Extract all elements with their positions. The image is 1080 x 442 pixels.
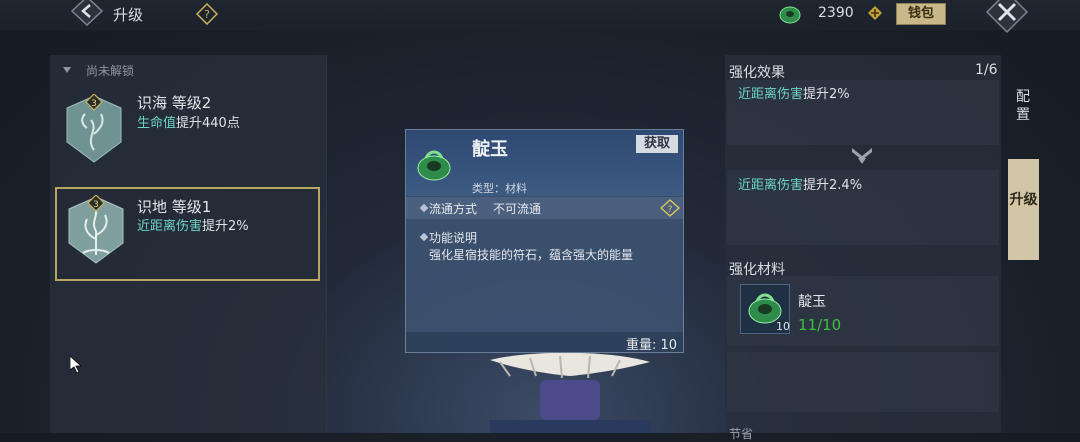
tab-upgrade[interactable]: 升级 bbox=[1008, 159, 1039, 260]
stat-value: 提升2% bbox=[202, 219, 249, 234]
skill-badge: 3 bbox=[93, 200, 99, 210]
arrow-down-icon bbox=[852, 148, 872, 164]
stat-name: 近距离伤害 bbox=[738, 178, 804, 193]
function-desc: 强化星宿技能的符石，蕴含强大的能量 bbox=[429, 248, 634, 262]
circulation-value: 不可流通 bbox=[493, 202, 542, 216]
effect-count: 1/6 bbox=[975, 62, 998, 78]
character-model-image bbox=[490, 352, 650, 433]
skill-name: 识地 等级1 bbox=[137, 198, 212, 216]
close-button[interactable] bbox=[985, 0, 1029, 34]
stat-name: 近距离伤害 bbox=[738, 87, 804, 102]
page-title: 升级 bbox=[113, 6, 144, 24]
extra-box bbox=[727, 352, 999, 412]
skill-desc: 近距离伤害提升2% bbox=[137, 215, 249, 234]
stat-name: 生命值 bbox=[137, 116, 177, 131]
stat-name: 近距离伤害 bbox=[137, 219, 203, 234]
item-name: 靛玉 bbox=[472, 139, 508, 160]
wallet-button[interactable]: 钱包 bbox=[896, 3, 946, 25]
mouse-cursor-icon bbox=[70, 356, 82, 374]
jade-currency-icon bbox=[779, 6, 801, 24]
skill-shield-icon: 3 bbox=[66, 94, 122, 163]
svg-text:?: ? bbox=[204, 8, 210, 21]
stat-value: 提升2% bbox=[803, 87, 850, 102]
bullet-icon bbox=[419, 232, 429, 242]
circulation-label: 流通方式 bbox=[429, 202, 478, 216]
stat-value: 提升440点 bbox=[176, 116, 240, 131]
skill-name: 识海 等级2 bbox=[137, 94, 212, 112]
partial-label: 节省 bbox=[729, 427, 754, 441]
chevron-down-icon[interactable] bbox=[63, 67, 71, 73]
current-effect: 近距离伤害提升2% bbox=[738, 83, 850, 102]
currency-amount: 2390 bbox=[818, 5, 854, 21]
skill-shield-icon: 3 bbox=[68, 195, 124, 264]
back-button[interactable] bbox=[70, 0, 104, 26]
item-weight: 重量: 10 bbox=[625, 338, 677, 353]
svg-text:?: ? bbox=[668, 205, 673, 215]
item-type: 类型：材料 bbox=[472, 182, 527, 195]
help-icon[interactable]: ? bbox=[196, 3, 218, 25]
skill-desc: 生命值提升440点 bbox=[137, 112, 240, 131]
function-label: 功能说明 bbox=[429, 231, 478, 245]
effect-title: 强化效果 bbox=[729, 65, 785, 81]
material-name: 靛玉 bbox=[798, 294, 826, 310]
next-effect: 近距离伤害提升2.4% bbox=[738, 174, 862, 193]
material-slot-count: 10 bbox=[776, 320, 790, 333]
skill-badge: 3 bbox=[91, 99, 97, 109]
section-header-locked[interactable]: 尚未解锁 bbox=[86, 62, 134, 79]
skill-item-shidi-selected[interactable]: 3 识地 等级1 近距离伤害提升2% bbox=[55, 187, 320, 281]
help-icon[interactable]: ? bbox=[660, 199, 680, 217]
material-quantity: 11/10 bbox=[798, 316, 842, 334]
tab-config[interactable]: 配置 bbox=[1012, 88, 1034, 124]
jade-item-icon bbox=[417, 150, 451, 181]
skill-item-shihai[interactable]: 3 识海 等级2 生命值提升440点 bbox=[55, 88, 320, 182]
stat-value: 提升2.4% bbox=[803, 178, 863, 193]
add-currency-icon[interactable] bbox=[868, 6, 882, 20]
get-button[interactable]: 获取 bbox=[636, 135, 678, 153]
item-tooltip: 靛玉 获取 类型：材料 流通方式 不可流通 ? 功能说明 强化星宿技能的符石，蕴… bbox=[405, 129, 684, 353]
